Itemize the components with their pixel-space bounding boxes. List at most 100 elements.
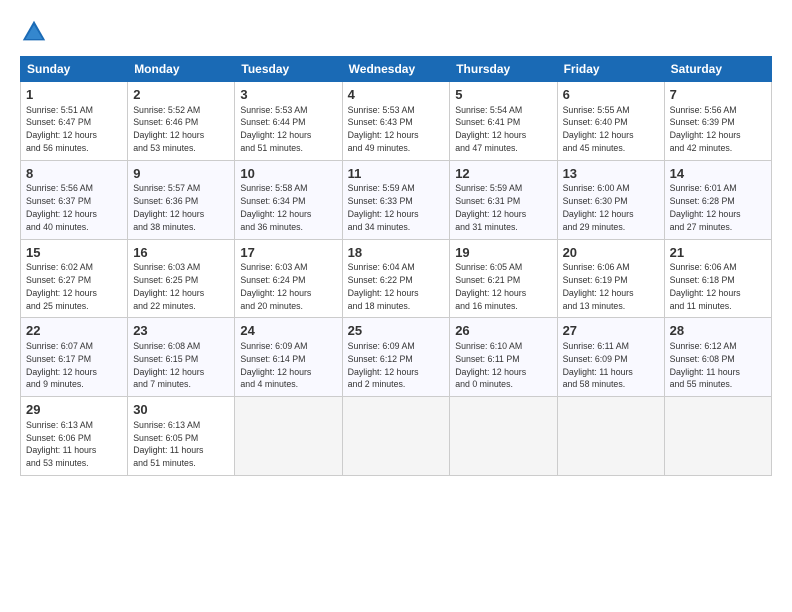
day-info: Sunrise: 5:56 AM Sunset: 6:37 PM Dayligh… [26,183,97,231]
col-thursday: Thursday [450,57,557,82]
day-number: 22 [26,322,122,340]
day-info: Sunrise: 5:57 AM Sunset: 6:36 PM Dayligh… [133,183,204,231]
day-number: 18 [348,244,445,262]
table-row [342,397,450,476]
table-row: 6Sunrise: 5:55 AM Sunset: 6:40 PM Daylig… [557,82,664,161]
day-info: Sunrise: 6:01 AM Sunset: 6:28 PM Dayligh… [670,183,741,231]
day-info: Sunrise: 6:07 AM Sunset: 6:17 PM Dayligh… [26,341,97,389]
logo [20,18,52,46]
table-row: 21Sunrise: 6:06 AM Sunset: 6:18 PM Dayli… [664,239,771,318]
logo-icon [20,18,48,46]
day-number: 7 [670,86,766,104]
table-row: 28Sunrise: 6:12 AM Sunset: 6:08 PM Dayli… [664,318,771,397]
day-number: 21 [670,244,766,262]
day-info: Sunrise: 6:03 AM Sunset: 6:25 PM Dayligh… [133,262,204,310]
table-row: 12Sunrise: 5:59 AM Sunset: 6:31 PM Dayli… [450,160,557,239]
calendar-week-4: 22Sunrise: 6:07 AM Sunset: 6:17 PM Dayli… [21,318,772,397]
calendar-table: Sunday Monday Tuesday Wednesday Thursday… [20,56,772,476]
col-wednesday: Wednesday [342,57,450,82]
table-row: 15Sunrise: 6:02 AM Sunset: 6:27 PM Dayli… [21,239,128,318]
day-number: 1 [26,86,122,104]
day-number: 20 [563,244,659,262]
header [20,18,772,46]
table-row: 16Sunrise: 6:03 AM Sunset: 6:25 PM Dayli… [128,239,235,318]
day-info: Sunrise: 6:12 AM Sunset: 6:08 PM Dayligh… [670,341,740,389]
table-row: 11Sunrise: 5:59 AM Sunset: 6:33 PM Dayli… [342,160,450,239]
table-row: 20Sunrise: 6:06 AM Sunset: 6:19 PM Dayli… [557,239,664,318]
table-row: 7Sunrise: 5:56 AM Sunset: 6:39 PM Daylig… [664,82,771,161]
table-row: 18Sunrise: 6:04 AM Sunset: 6:22 PM Dayli… [342,239,450,318]
col-monday: Monday [128,57,235,82]
day-info: Sunrise: 5:51 AM Sunset: 6:47 PM Dayligh… [26,105,97,153]
day-number: 27 [563,322,659,340]
table-row: 2Sunrise: 5:52 AM Sunset: 6:46 PM Daylig… [128,82,235,161]
day-number: 24 [240,322,336,340]
table-row [664,397,771,476]
day-number: 9 [133,165,229,183]
day-info: Sunrise: 5:53 AM Sunset: 6:44 PM Dayligh… [240,105,311,153]
col-saturday: Saturday [664,57,771,82]
table-row: 14Sunrise: 6:01 AM Sunset: 6:28 PM Dayli… [664,160,771,239]
calendar-week-3: 15Sunrise: 6:02 AM Sunset: 6:27 PM Dayli… [21,239,772,318]
table-row: 5Sunrise: 5:54 AM Sunset: 6:41 PM Daylig… [450,82,557,161]
day-info: Sunrise: 6:06 AM Sunset: 6:19 PM Dayligh… [563,262,634,310]
day-info: Sunrise: 6:02 AM Sunset: 6:27 PM Dayligh… [26,262,97,310]
day-info: Sunrise: 6:13 AM Sunset: 6:05 PM Dayligh… [133,420,203,468]
table-row: 26Sunrise: 6:10 AM Sunset: 6:11 PM Dayli… [450,318,557,397]
table-row: 23Sunrise: 6:08 AM Sunset: 6:15 PM Dayli… [128,318,235,397]
table-row: 1Sunrise: 5:51 AM Sunset: 6:47 PM Daylig… [21,82,128,161]
day-number: 17 [240,244,336,262]
day-info: Sunrise: 6:05 AM Sunset: 6:21 PM Dayligh… [455,262,526,310]
day-number: 29 [26,401,122,419]
day-number: 15 [26,244,122,262]
col-friday: Friday [557,57,664,82]
day-number: 10 [240,165,336,183]
day-info: Sunrise: 5:53 AM Sunset: 6:43 PM Dayligh… [348,105,419,153]
calendar-week-1: 1Sunrise: 5:51 AM Sunset: 6:47 PM Daylig… [21,82,772,161]
calendar-header-row: Sunday Monday Tuesday Wednesday Thursday… [21,57,772,82]
table-row: 9Sunrise: 5:57 AM Sunset: 6:36 PM Daylig… [128,160,235,239]
day-number: 16 [133,244,229,262]
page: Sunday Monday Tuesday Wednesday Thursday… [0,0,792,486]
table-row [235,397,342,476]
day-info: Sunrise: 6:04 AM Sunset: 6:22 PM Dayligh… [348,262,419,310]
day-info: Sunrise: 6:03 AM Sunset: 6:24 PM Dayligh… [240,262,311,310]
day-number: 12 [455,165,551,183]
day-info: Sunrise: 5:54 AM Sunset: 6:41 PM Dayligh… [455,105,526,153]
table-row: 19Sunrise: 6:05 AM Sunset: 6:21 PM Dayli… [450,239,557,318]
day-info: Sunrise: 6:10 AM Sunset: 6:11 PM Dayligh… [455,341,526,389]
day-info: Sunrise: 6:09 AM Sunset: 6:14 PM Dayligh… [240,341,311,389]
calendar-week-2: 8Sunrise: 5:56 AM Sunset: 6:37 PM Daylig… [21,160,772,239]
day-number: 30 [133,401,229,419]
day-info: Sunrise: 5:59 AM Sunset: 6:31 PM Dayligh… [455,183,526,231]
day-number: 14 [670,165,766,183]
day-info: Sunrise: 6:09 AM Sunset: 6:12 PM Dayligh… [348,341,419,389]
table-row [557,397,664,476]
day-info: Sunrise: 5:52 AM Sunset: 6:46 PM Dayligh… [133,105,204,153]
day-info: Sunrise: 6:11 AM Sunset: 6:09 PM Dayligh… [563,341,633,389]
day-info: Sunrise: 6:00 AM Sunset: 6:30 PM Dayligh… [563,183,634,231]
day-number: 28 [670,322,766,340]
day-number: 5 [455,86,551,104]
table-row: 30Sunrise: 6:13 AM Sunset: 6:05 PM Dayli… [128,397,235,476]
table-row: 17Sunrise: 6:03 AM Sunset: 6:24 PM Dayli… [235,239,342,318]
day-info: Sunrise: 5:56 AM Sunset: 6:39 PM Dayligh… [670,105,741,153]
day-info: Sunrise: 6:08 AM Sunset: 6:15 PM Dayligh… [133,341,204,389]
day-number: 13 [563,165,659,183]
day-info: Sunrise: 6:06 AM Sunset: 6:18 PM Dayligh… [670,262,741,310]
table-row: 10Sunrise: 5:58 AM Sunset: 6:34 PM Dayli… [235,160,342,239]
day-info: Sunrise: 5:58 AM Sunset: 6:34 PM Dayligh… [240,183,311,231]
day-number: 2 [133,86,229,104]
table-row: 24Sunrise: 6:09 AM Sunset: 6:14 PM Dayli… [235,318,342,397]
col-sunday: Sunday [21,57,128,82]
day-number: 4 [348,86,445,104]
table-row: 25Sunrise: 6:09 AM Sunset: 6:12 PM Dayli… [342,318,450,397]
day-number: 23 [133,322,229,340]
table-row: 29Sunrise: 6:13 AM Sunset: 6:06 PM Dayli… [21,397,128,476]
day-number: 6 [563,86,659,104]
table-row [450,397,557,476]
table-row: 8Sunrise: 5:56 AM Sunset: 6:37 PM Daylig… [21,160,128,239]
day-number: 25 [348,322,445,340]
day-number: 11 [348,165,445,183]
day-info: Sunrise: 5:59 AM Sunset: 6:33 PM Dayligh… [348,183,419,231]
